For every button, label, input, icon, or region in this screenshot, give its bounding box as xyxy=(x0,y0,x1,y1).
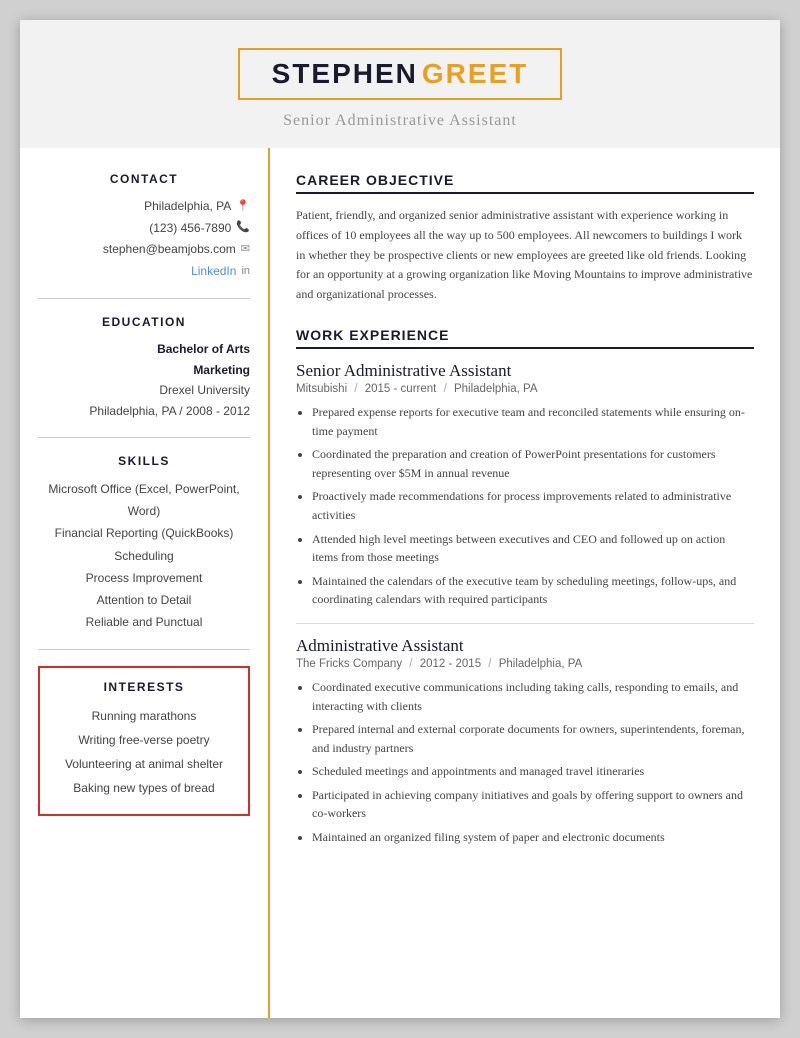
resume-page: STEPHEN GREET Senior Administrative Assi… xyxy=(20,20,780,1018)
job-location: Philadelphia, PA xyxy=(454,383,538,395)
job-company: The Fricks Company xyxy=(296,658,402,670)
job-bullets: Prepared expense reports for executive t… xyxy=(296,403,754,609)
job-title: Administrative Assistant xyxy=(296,636,754,656)
bullet-item: Prepared expense reports for executive t… xyxy=(312,403,754,440)
left-column: CONTACT Philadelphia, PA 📍 (123) 456-789… xyxy=(20,148,270,1018)
divider-skills xyxy=(38,649,250,650)
interest-item: Volunteering at animal shelter xyxy=(50,752,238,776)
contact-heading: CONTACT xyxy=(38,172,250,186)
job-meta: The Fricks Company / 2012 - 2015 / Phila… xyxy=(296,658,754,670)
phone-icon: 📞 xyxy=(236,218,250,238)
skills-list: Microsoft Office (Excel, PowerPoint, Wor… xyxy=(38,478,250,633)
bullet-item: Maintained an organized filing system of… xyxy=(312,828,754,847)
right-column: CAREER OBJECTIVE Patient, friendly, and … xyxy=(270,148,780,1018)
job-divider xyxy=(296,623,754,624)
skill-item: Reliable and Punctual xyxy=(38,611,250,633)
job-company: Mitsubishi xyxy=(296,383,347,395)
body-container: CONTACT Philadelphia, PA 📍 (123) 456-789… xyxy=(20,148,780,1018)
skill-item: Attention to Detail xyxy=(38,589,250,611)
name-box: STEPHEN GREET xyxy=(238,48,563,100)
last-name: GREET xyxy=(422,58,528,89)
skill-item: Process Improvement xyxy=(38,567,250,589)
bullet-item: Prepared internal and external corporate… xyxy=(312,720,754,757)
bullet-item: Coordinated the preparation and creation… xyxy=(312,445,754,482)
skill-item: Financial Reporting (QuickBooks) xyxy=(38,522,250,544)
work-experience-section: WORK EXPERIENCE Senior Administrative As… xyxy=(296,327,754,847)
bullet-item: Maintained the calendars of the executiv… xyxy=(312,572,754,609)
interest-item: Running marathons xyxy=(50,704,238,728)
skill-item: Microsoft Office (Excel, PowerPoint, Wor… xyxy=(38,478,250,522)
bullet-item: Attended high level meetings between exe… xyxy=(312,530,754,567)
interests-heading: INTERESTS xyxy=(50,680,238,694)
edu-location-years: Philadelphia, PA / 2008 - 2012 xyxy=(38,401,250,421)
edu-school: Drexel University xyxy=(38,380,250,400)
interest-item: Writing free-verse poetry xyxy=(50,728,238,752)
bullet-item: Scheduled meetings and appointments and … xyxy=(312,762,754,781)
location-icon: 📍 xyxy=(236,197,250,217)
header-section: STEPHEN GREET Senior Administrative Assi… xyxy=(20,20,780,148)
contact-location: Philadelphia, PA 📍 xyxy=(38,196,250,218)
job-bullets: Coordinated executive communications inc… xyxy=(296,678,754,847)
interests-box: INTERESTS Running marathonsWriting free-… xyxy=(38,666,250,816)
education-heading: EDUCATION xyxy=(38,315,250,329)
work-experience-heading: WORK EXPERIENCE xyxy=(296,327,754,349)
career-objective-heading: CAREER OBJECTIVE xyxy=(296,172,754,194)
edu-degree-line2: Marketing xyxy=(38,360,250,380)
interests-list: Running marathonsWriting free-verse poet… xyxy=(50,704,238,800)
job-block: Senior Administrative Assistant Mitsubis… xyxy=(296,361,754,609)
job-years: 2012 - 2015 xyxy=(420,658,481,670)
bullet-item: Coordinated executive communications inc… xyxy=(312,678,754,715)
skill-item: Scheduling xyxy=(38,545,250,567)
job-years: 2015 - current xyxy=(365,383,437,395)
email-icon: ✉ xyxy=(241,240,250,260)
divider-education xyxy=(38,437,250,438)
job-title: Senior Administrative Assistant xyxy=(40,112,760,130)
interest-item: Baking new types of bread xyxy=(50,776,238,800)
job-block: Administrative Assistant The Fricks Comp… xyxy=(296,636,754,847)
first-name: STEPHEN xyxy=(272,58,418,89)
job-title: Senior Administrative Assistant xyxy=(296,361,754,381)
bullet-item: Participated in achieving company initia… xyxy=(312,786,754,823)
jobs-container: Senior Administrative Assistant Mitsubis… xyxy=(296,361,754,847)
career-objective-text: Patient, friendly, and organized senior … xyxy=(296,206,754,305)
bullet-item: Proactively made recommendations for pro… xyxy=(312,487,754,524)
divider-contact xyxy=(38,298,250,299)
linkedin-icon: in xyxy=(241,262,250,282)
contact-email: stephen@beamjobs.com ✉ xyxy=(38,239,250,261)
job-location: Philadelphia, PA xyxy=(499,658,583,670)
edu-degree-line1: Bachelor of Arts xyxy=(38,339,250,359)
job-meta: Mitsubishi / 2015 - current / Philadelph… xyxy=(296,383,754,395)
contact-phone: (123) 456-7890 📞 xyxy=(38,218,250,240)
skills-heading: SKILLS xyxy=(38,454,250,468)
contact-linkedin[interactable]: LinkedIn in xyxy=(38,261,250,283)
education-block: Bachelor of Arts Marketing Drexel Univer… xyxy=(38,339,250,421)
